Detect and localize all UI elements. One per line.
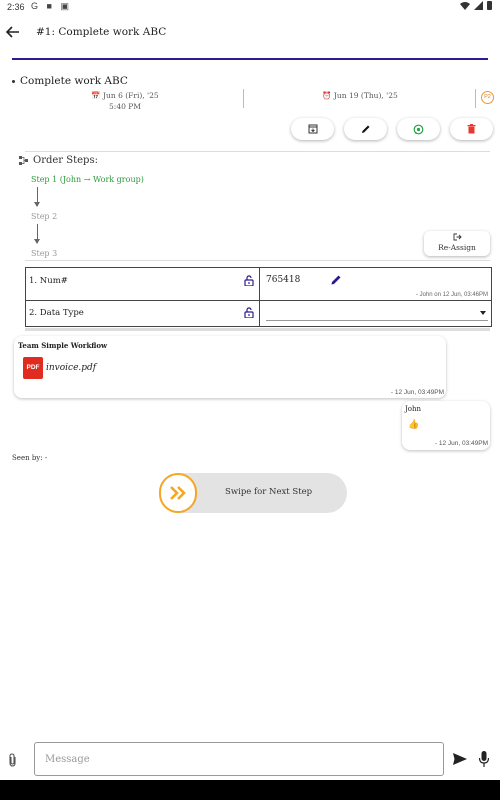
bullet-icon bbox=[12, 79, 15, 83]
due-date-text: Jun 19 (Thu), '25 bbox=[333, 91, 398, 100]
pdf-file-icon[interactable]: PDF bbox=[23, 357, 43, 379]
notification-icons: G ■ ▣ bbox=[31, 1, 72, 11]
message-sender: Team Simple Workflow bbox=[18, 341, 108, 350]
column-divider bbox=[259, 268, 260, 326]
unlock-icon[interactable] bbox=[244, 307, 254, 318]
field-value-num[interactable]: 765418 bbox=[266, 275, 300, 285]
wifi-icon bbox=[460, 1, 470, 10]
start-time-text: 5:40 PM bbox=[109, 102, 141, 111]
down-arrow-icon bbox=[34, 239, 40, 244]
start-date: 📅 Jun 6 (Fri), '25 5:40 PM bbox=[60, 90, 190, 112]
step-2: Step 2 bbox=[31, 212, 58, 221]
priority-badge: P2 bbox=[481, 91, 494, 104]
whatsapp-icon bbox=[413, 124, 424, 134]
swipe-label: Swipe for Next Step bbox=[225, 487, 313, 497]
thumbs-up-emoji: 👍 bbox=[408, 420, 420, 430]
order-steps-label: Order Steps: bbox=[33, 155, 98, 166]
reassign-button[interactable]: Re-Assign bbox=[424, 231, 490, 256]
step-1: Step 1 (John → Work group) bbox=[31, 175, 144, 184]
message-card: John 👍 - 12 Jun, 03:49PM bbox=[402, 401, 490, 450]
back-arrow-icon[interactable] bbox=[5, 24, 21, 40]
dropdown-arrow-icon bbox=[480, 311, 486, 315]
accent-divider bbox=[12, 58, 488, 60]
message-time: - 12 Jun, 03:49PM bbox=[434, 440, 488, 447]
message-input[interactable] bbox=[34, 742, 444, 776]
microphone-icon[interactable] bbox=[478, 750, 490, 768]
message-time: - 12 Jun, 03:49PM bbox=[390, 389, 444, 396]
system-nav-bar bbox=[0, 780, 500, 800]
swipe-handle[interactable] bbox=[159, 473, 197, 513]
priority-divider bbox=[475, 89, 476, 108]
unlock-icon[interactable] bbox=[244, 275, 254, 286]
task-title-text: Complete work ABC bbox=[20, 75, 128, 87]
section-divider bbox=[25, 151, 490, 152]
workflow-icon bbox=[19, 156, 28, 165]
app-bar: #1: Complete work ABC bbox=[0, 18, 500, 48]
pencil-icon bbox=[361, 125, 369, 133]
task-title: Complete work ABC bbox=[12, 75, 128, 87]
step-3: Step 3 bbox=[31, 249, 58, 258]
paperclip-icon[interactable] bbox=[6, 752, 20, 768]
start-date-text: Jun 6 (Fri), '25 bbox=[103, 91, 159, 100]
attachment-name[interactable]: invoice.pdf bbox=[46, 363, 96, 373]
reassign-label: Re-Assign bbox=[438, 243, 476, 252]
order-steps-header: Order Steps: bbox=[19, 155, 98, 166]
due-date: ⏰ Jun 19 (Thu), '25 bbox=[295, 90, 425, 101]
send-icon[interactable] bbox=[452, 752, 468, 766]
trash-icon bbox=[467, 124, 476, 134]
down-arrow-icon bbox=[34, 202, 40, 207]
reassign-icon bbox=[453, 233, 462, 241]
system-icons bbox=[460, 1, 492, 10]
edit-button[interactable] bbox=[344, 118, 387, 140]
status-bar: 2:36 G ■ ▣ bbox=[0, 0, 500, 14]
signal-icon bbox=[474, 1, 483, 10]
archive-button[interactable] bbox=[291, 118, 334, 140]
date-divider bbox=[243, 89, 244, 108]
edit-field-icon[interactable] bbox=[330, 274, 342, 286]
whatsapp-button[interactable] bbox=[397, 118, 440, 140]
fields-table: 1. Num# 765418 - John on 12 Jun, 03:46PM… bbox=[25, 267, 492, 327]
table-underline bbox=[25, 328, 490, 331]
field-label-data-type: 2. Data Type bbox=[29, 308, 84, 318]
archive-icon bbox=[308, 124, 317, 134]
calendar-icon: 📅 bbox=[91, 91, 101, 100]
page-title: #1: Complete work ABC bbox=[36, 26, 167, 38]
message-sender: John bbox=[405, 405, 422, 413]
swipe-next-step-slider[interactable]: Swipe for Next Step bbox=[159, 473, 347, 513]
message-card: Team Simple Workflow PDF invoice.pdf - 1… bbox=[14, 336, 446, 398]
section-divider bbox=[25, 260, 490, 261]
field-label-num: 1. Num# bbox=[29, 276, 68, 286]
data-type-select[interactable] bbox=[266, 306, 488, 321]
alarm-icon: ⏰ bbox=[322, 91, 332, 100]
seen-by: Seen by: - bbox=[12, 454, 48, 462]
battery-icon bbox=[487, 1, 492, 10]
status-time: 2:36 bbox=[7, 2, 25, 12]
double-chevron-right-icon bbox=[170, 486, 186, 500]
field-meta-num: - John on 12 Jun, 03:46PM bbox=[415, 292, 488, 298]
delete-button[interactable] bbox=[450, 118, 493, 140]
